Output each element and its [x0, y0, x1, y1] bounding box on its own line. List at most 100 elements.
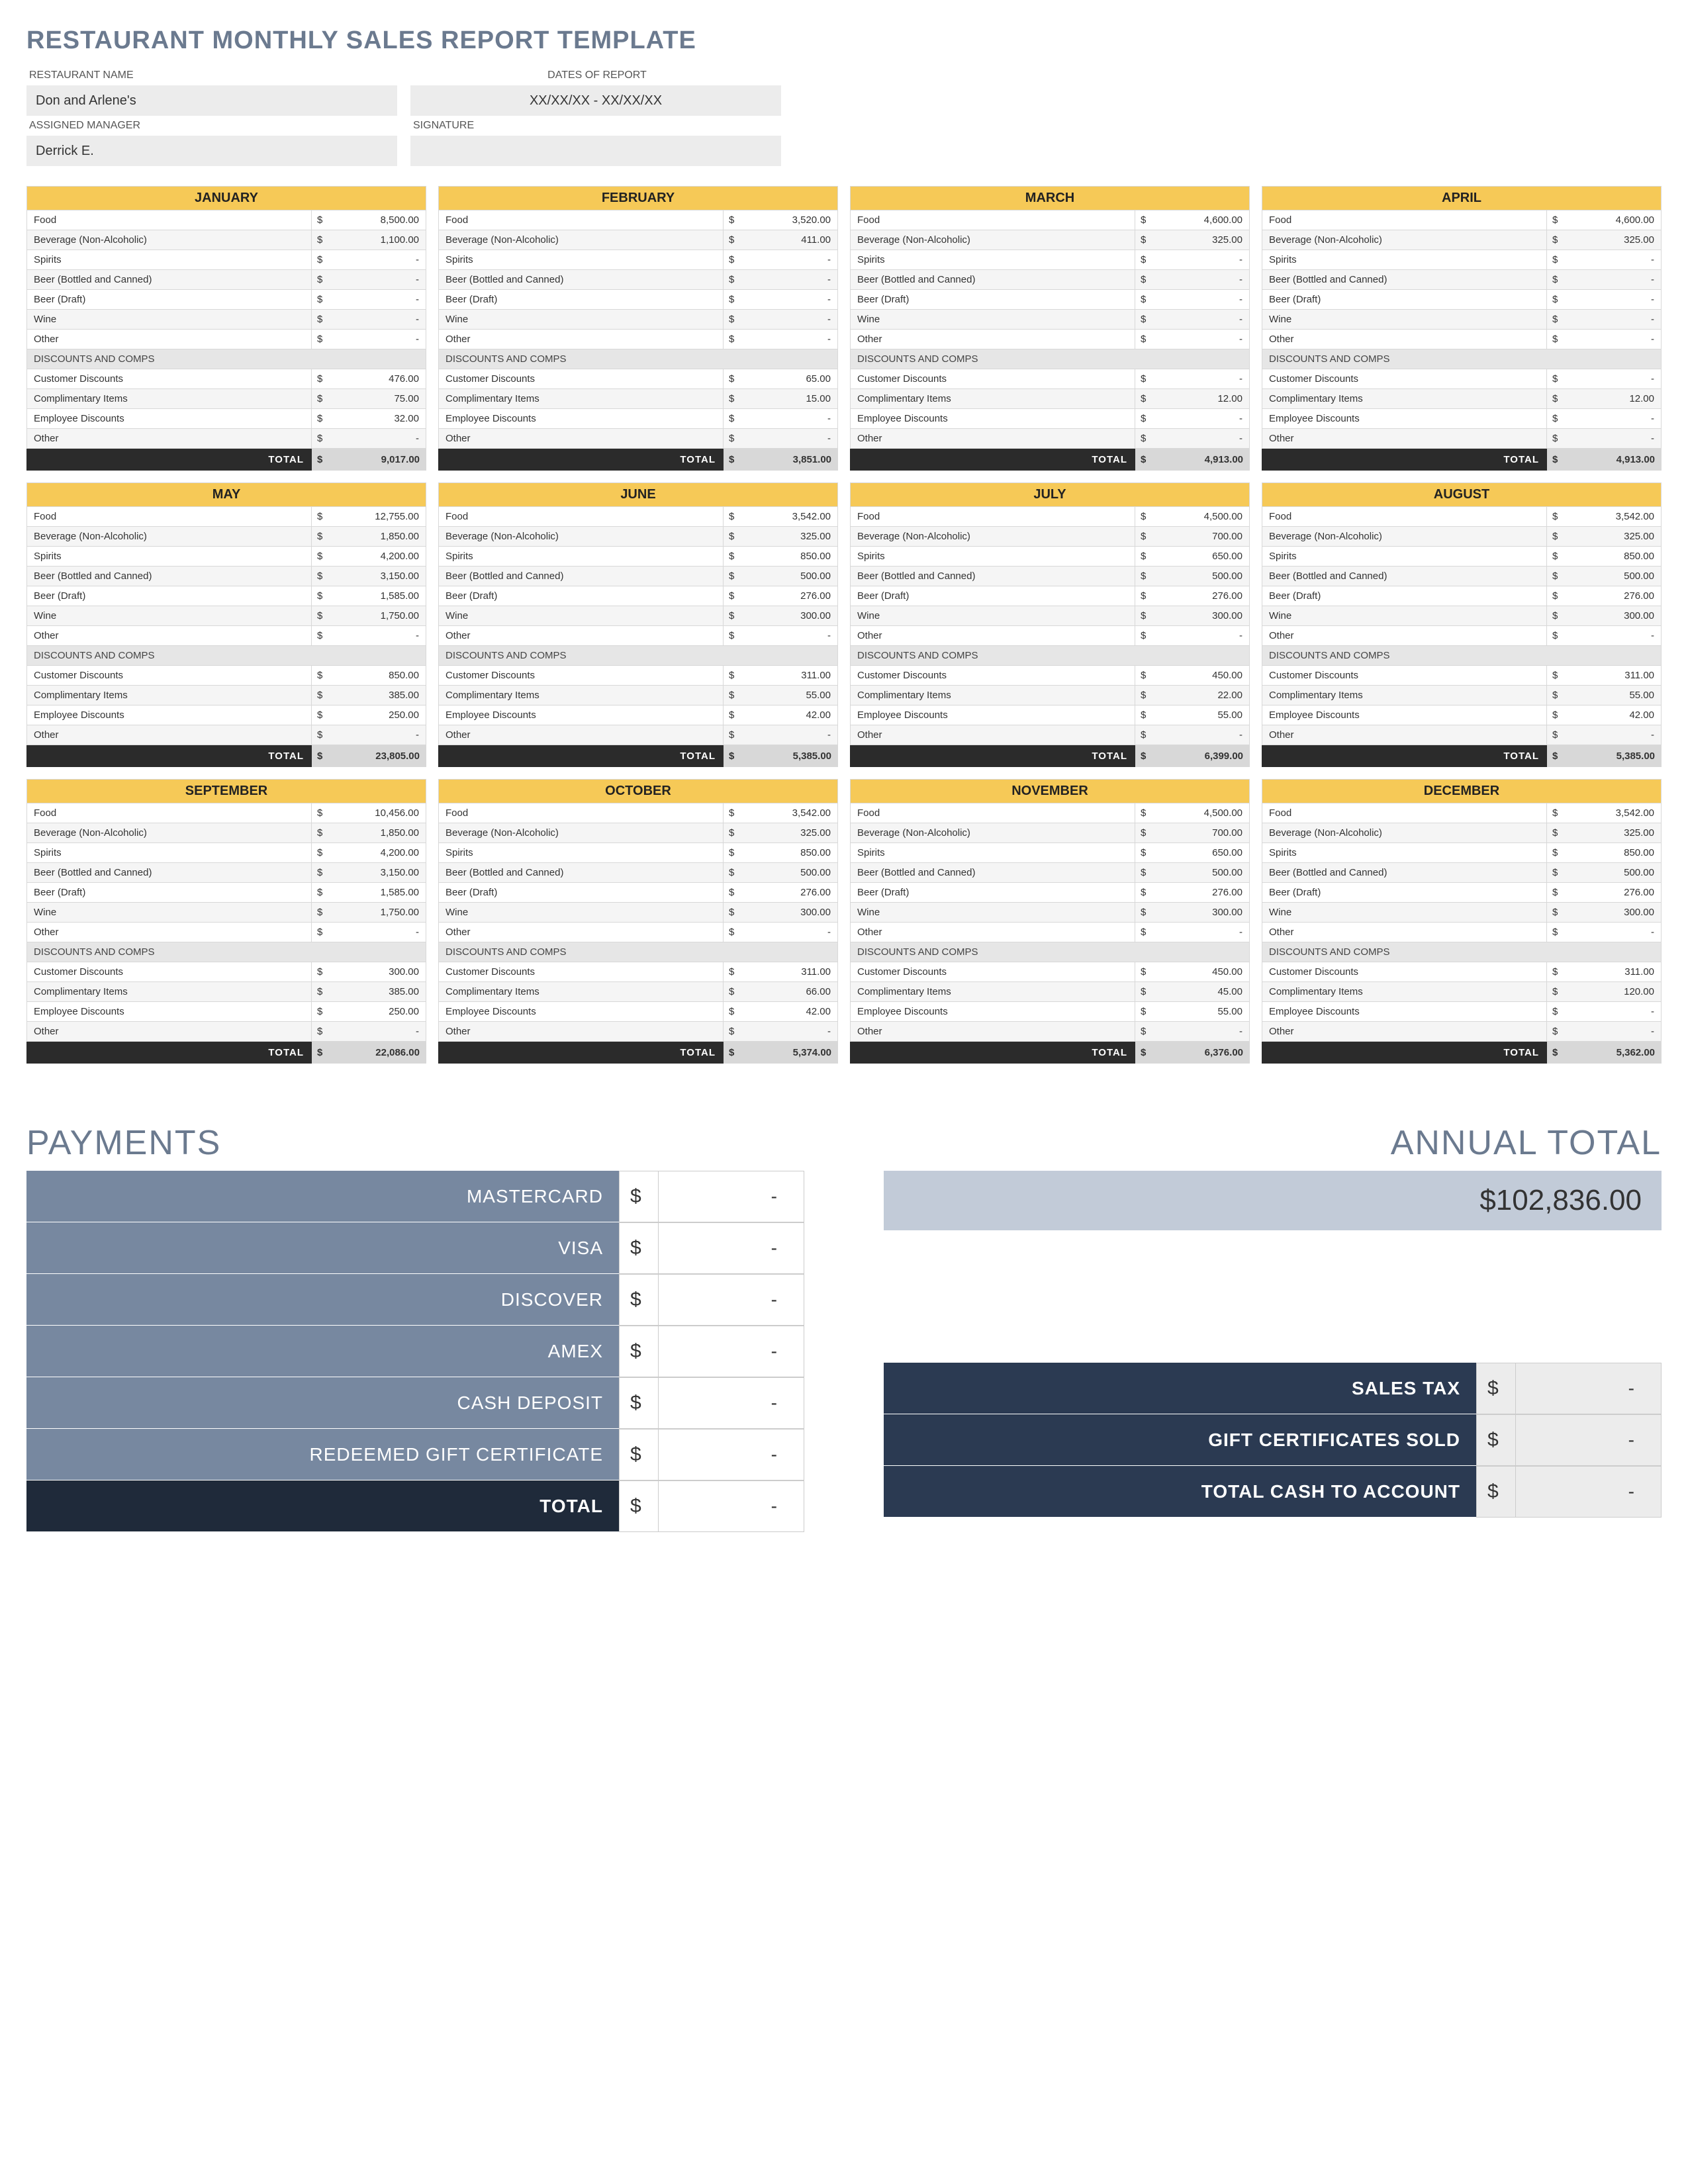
payment-row: CASH DEPOSIT$- — [26, 1377, 804, 1429]
currency-symbol: $ — [723, 725, 741, 745]
currency-symbol: $ — [619, 1377, 659, 1429]
sales-row: Beer (Draft)$276.00 — [850, 586, 1250, 606]
row-value: 311.00 — [741, 962, 837, 981]
payment-value: - — [659, 1222, 804, 1274]
month-total-row: TOTAL$23,805.00 — [26, 745, 426, 767]
currency-symbol: $ — [723, 803, 741, 823]
summary-label: GIFT CERTIFICATES SOLD — [884, 1414, 1476, 1466]
discount-row: Other$- — [850, 1022, 1250, 1042]
discount-row: Customer Discounts$311.00 — [438, 666, 838, 686]
row-label: Other — [1262, 429, 1546, 448]
restaurant-value[interactable]: Don and Arlene's — [26, 85, 397, 116]
row-label: Food — [27, 210, 311, 230]
discount-row: Employee Discounts$- — [438, 409, 838, 429]
payment-total-label: TOTAL — [26, 1480, 619, 1532]
row-value: 75.00 — [330, 389, 426, 408]
row-label: Employee Discounts — [1262, 705, 1546, 725]
month-header: NOVEMBER — [850, 779, 1250, 803]
discount-row: Employee Discounts$42.00 — [1262, 705, 1662, 725]
sales-row: Beverage (Non-Alcoholic)$325.00 — [850, 230, 1250, 250]
row-value: 411.00 — [741, 230, 837, 250]
sales-row: Beverage (Non-Alcoholic)$700.00 — [850, 527, 1250, 547]
row-value: 3,542.00 — [1565, 803, 1661, 823]
currency-symbol: $ — [311, 527, 330, 546]
sales-row: Wine$1,750.00 — [26, 903, 426, 923]
currency-symbol: $ — [723, 686, 741, 705]
row-label: Customer Discounts — [851, 962, 1135, 981]
row-value: 500.00 — [1565, 863, 1661, 882]
month-header: MARCH — [850, 186, 1250, 210]
total-label: TOTAL — [438, 745, 724, 767]
dates-label: DATES OF REPORT — [410, 69, 781, 81]
row-value: 10,456.00 — [330, 803, 426, 823]
sales-row: Other$- — [850, 626, 1250, 646]
total-label: TOTAL — [26, 449, 312, 471]
sales-row: Beer (Draft)$1,585.00 — [26, 883, 426, 903]
row-value: 311.00 — [741, 666, 837, 685]
row-value: 500.00 — [741, 863, 837, 882]
row-label: Other — [27, 923, 311, 942]
row-label: Beer (Draft) — [851, 290, 1135, 309]
sales-row: Food$3,520.00 — [438, 210, 838, 230]
currency-symbol: $ — [1135, 586, 1153, 606]
month-total-value: 5,385.00 — [742, 745, 838, 767]
row-label: Wine — [1262, 310, 1546, 329]
summary-value: - — [1516, 1466, 1662, 1518]
row-label: Other — [27, 429, 311, 448]
row-value: - — [330, 310, 426, 329]
row-label: Wine — [439, 903, 723, 922]
manager-value[interactable]: Derrick E. — [26, 136, 397, 166]
row-label: Other — [1262, 1022, 1546, 1041]
currency-symbol: $ — [619, 1429, 659, 1480]
sales-row: Other$- — [1262, 330, 1662, 349]
month-total-value: 4,913.00 — [1154, 449, 1250, 471]
currency-symbol: $ — [1135, 705, 1153, 725]
row-value: - — [741, 1022, 837, 1041]
row-label: Food — [439, 507, 723, 526]
currency-symbol: $ — [1546, 863, 1565, 882]
row-label: Customer Discounts — [851, 666, 1135, 685]
currency-symbol: $ — [723, 409, 741, 428]
row-value: 12.00 — [1153, 389, 1249, 408]
currency-symbol: $ — [1135, 1022, 1153, 1041]
discount-row: Complimentary Items$55.00 — [1262, 686, 1662, 705]
sales-row: Spirits$- — [850, 250, 1250, 270]
row-label: Customer Discounts — [851, 369, 1135, 388]
discounts-header: DISCOUNTS AND COMPS — [850, 349, 1250, 369]
row-label: Wine — [27, 606, 311, 625]
currency-symbol: $ — [723, 903, 741, 922]
row-label: Other — [439, 1022, 723, 1041]
row-label: Other — [439, 923, 723, 942]
month-total-row: TOTAL$22,086.00 — [26, 1042, 426, 1064]
sales-row: Beer (Bottled and Canned)$- — [1262, 270, 1662, 290]
discount-row: Complimentary Items$15.00 — [438, 389, 838, 409]
sales-row: Food$8,500.00 — [26, 210, 426, 230]
dates-value[interactable]: XX/XX/XX - XX/XX/XX — [410, 85, 781, 116]
currency-symbol: $ — [1135, 449, 1154, 471]
currency-symbol: $ — [723, 982, 741, 1001]
row-label: Beer (Draft) — [1262, 586, 1546, 606]
currency-symbol: $ — [1135, 310, 1153, 329]
currency-symbol: $ — [619, 1222, 659, 1274]
payments-title: PAYMENTS — [26, 1123, 804, 1163]
currency-symbol: $ — [311, 290, 330, 309]
month-total-row: TOTAL$5,385.00 — [438, 745, 838, 767]
discount-row: Other$- — [1262, 725, 1662, 745]
currency-symbol: $ — [1546, 330, 1565, 349]
currency-symbol: $ — [1135, 923, 1153, 942]
sales-row: Beer (Draft)$- — [26, 290, 426, 310]
signature-value[interactable] — [410, 136, 781, 166]
row-value: - — [330, 725, 426, 745]
row-label: Employee Discounts — [851, 1002, 1135, 1021]
row-value: 3,542.00 — [741, 507, 837, 526]
currency-symbol: $ — [311, 230, 330, 250]
total-label: TOTAL — [1262, 449, 1547, 471]
currency-symbol: $ — [1546, 210, 1565, 230]
sales-row: Beverage (Non-Alcoholic)$1,100.00 — [26, 230, 426, 250]
currency-symbol: $ — [724, 449, 742, 471]
row-value: - — [741, 330, 837, 349]
sales-row: Wine$- — [438, 310, 838, 330]
total-label: TOTAL — [850, 1042, 1135, 1064]
row-label: Employee Discounts — [27, 705, 311, 725]
row-label: Wine — [1262, 903, 1546, 922]
